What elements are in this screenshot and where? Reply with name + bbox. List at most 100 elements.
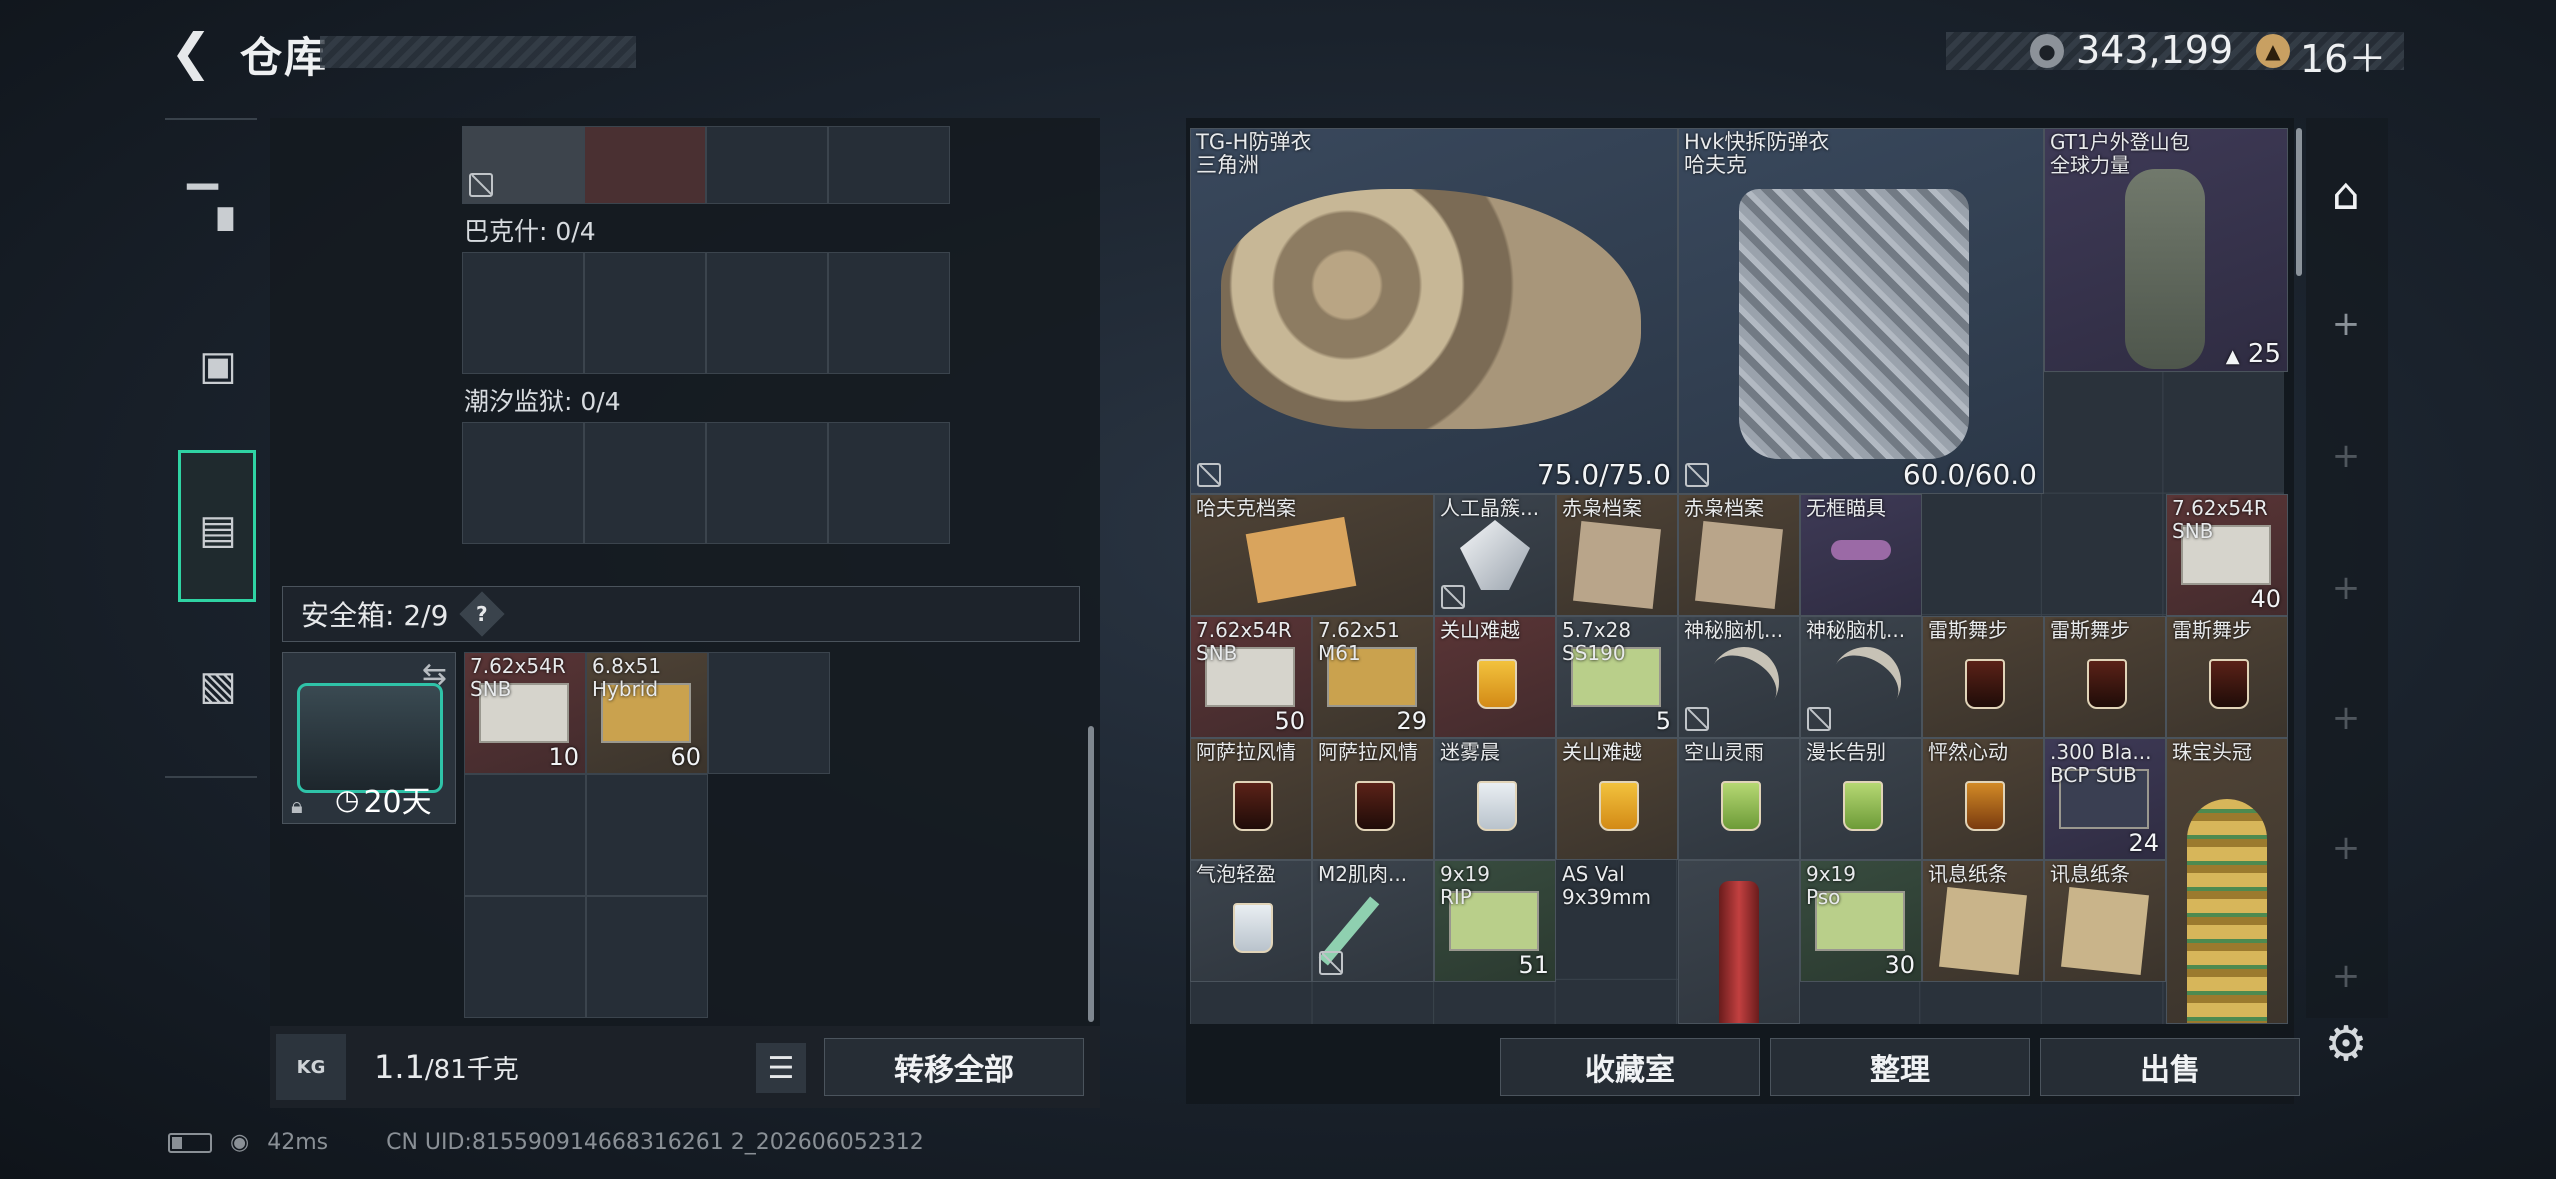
- storage-item[interactable]: 关山难越: [1434, 616, 1556, 738]
- silver-currency-value: 343,199: [2076, 28, 2234, 72]
- grid-cell[interactable]: [464, 896, 586, 1018]
- storage-item[interactable]: [1678, 860, 1800, 1024]
- collection-button[interactable]: 收藏室: [1500, 1038, 1760, 1096]
- storage-item[interactable]: 迷雾晨: [1434, 738, 1556, 860]
- nav-case[interactable]: ▧: [178, 646, 258, 726]
- nav-equipment[interactable]: ▣: [178, 326, 258, 406]
- safe-item[interactable]: 7.62x54R SNB 10: [464, 652, 586, 774]
- nav-weapon[interactable]: ▔▖: [178, 168, 258, 248]
- storage-item[interactable]: Hvk快拆防弹衣 哈夫克 60.0/60.0: [1678, 128, 2044, 494]
- transfer-all-button[interactable]: 转移全部: [824, 1038, 1084, 1096]
- grid-cell[interactable]: [706, 422, 828, 544]
- storage-item[interactable]: 7.62x51 M61 29: [1312, 616, 1434, 738]
- grid-cell[interactable]: [828, 126, 950, 204]
- add-tab-button[interactable]: +: [2318, 690, 2374, 746]
- grid-cell[interactable]: [706, 126, 828, 204]
- list-view-button[interactable]: ☰: [756, 1043, 806, 1093]
- storage-tab-main[interactable]: ⌂: [2318, 166, 2374, 222]
- battery-icon: [168, 1132, 212, 1153]
- storage-item[interactable]: 5.7x28 SS190 5: [1556, 616, 1678, 738]
- storage-item[interactable]: 9x19 Pso 30: [1800, 860, 1922, 982]
- storage-item[interactable]: TG-H防弹衣 三角洲 75.0/75.0: [1190, 128, 1678, 494]
- safe-box[interactable]: ⇆ 🔒︎ ◷ 20天: [282, 652, 456, 824]
- item-name: 5.7x28 SS190: [1562, 618, 1632, 665]
- sort-button[interactable]: 整理: [1770, 1038, 2030, 1096]
- storage-item[interactable]: 无框瞄具: [1800, 494, 1922, 616]
- storage-item[interactable]: 哈夫克档案: [1190, 494, 1434, 616]
- item-name: 空山灵雨: [1684, 740, 1764, 764]
- settings-button[interactable]: ⚙: [2318, 1016, 2374, 1072]
- grid-cell[interactable]: [584, 252, 706, 374]
- storage-item[interactable]: 关山难越: [1556, 738, 1678, 860]
- storage-item[interactable]: 7.62x54R SNB 40: [2166, 494, 2288, 616]
- list-icon: ☰: [767, 1050, 795, 1086]
- gold-currency-value[interactable]: 16＋: [2300, 28, 2386, 83]
- vest-image: [1221, 189, 1641, 429]
- grid-cell[interactable]: [462, 252, 584, 374]
- storage-item[interactable]: 7.62x54R SNB 50: [1190, 616, 1312, 738]
- grid-cell[interactable]: [828, 422, 950, 544]
- storage-item[interactable]: 阿萨拉风情: [1190, 738, 1312, 860]
- storage-item[interactable]: 珠宝头冠: [2166, 738, 2288, 1024]
- storage-item[interactable]: AS Val 9x39mm: [1556, 860, 1678, 1024]
- grid-cell[interactable]: [464, 774, 586, 896]
- storage-item[interactable]: 雷斯舞步: [2044, 616, 2166, 738]
- container-label: 潮汐监狱: 0/4: [464, 387, 621, 416]
- grid-cell[interactable]: [586, 896, 708, 1018]
- wifi-icon: ◉: [230, 1130, 250, 1155]
- item-name: 关山难越: [1440, 618, 1520, 642]
- grid-cell[interactable]: [586, 774, 708, 896]
- storage-item[interactable]: 讯息纸条: [2044, 860, 2166, 982]
- storage-item[interactable]: 神秘脑机...: [1678, 616, 1800, 738]
- sell-button[interactable]: 出售: [2040, 1038, 2300, 1096]
- cocktail-image: [1965, 781, 2005, 831]
- storage-item[interactable]: M2肌肉...: [1312, 860, 1434, 982]
- item-count: 30: [1884, 951, 1915, 979]
- grid-cell[interactable]: [584, 422, 706, 544]
- add-tab-button[interactable]: +: [2318, 428, 2374, 484]
- swap-icon[interactable]: ⇆: [422, 657, 447, 692]
- add-tab-button[interactable]: +: [2318, 820, 2374, 876]
- grid-cell[interactable]: [706, 252, 828, 374]
- partial-item[interactable]: [462, 126, 584, 204]
- storage-item[interactable]: 阿萨拉风情: [1312, 738, 1434, 860]
- storage-item[interactable]: 气泡轻盈: [1190, 860, 1312, 982]
- grid-cell[interactable]: [828, 252, 950, 374]
- storage-item[interactable]: 雷斯舞步: [1922, 616, 2044, 738]
- add-tab-button[interactable]: +: [2318, 560, 2374, 616]
- safe-item[interactable]: 6.8x51 Hybrid 60: [586, 652, 708, 774]
- storage-item[interactable]: 神秘脑机...: [1800, 616, 1922, 738]
- add-tab-button[interactable]: +: [2318, 948, 2374, 1004]
- add-tab-button[interactable]: +: [2318, 296, 2374, 352]
- storage-item[interactable]: 讯息纸条: [1922, 860, 2044, 982]
- cocktail-image: [1843, 781, 1883, 831]
- back-button[interactable]: ❮: [168, 23, 214, 81]
- item-name: GT1户外登山包 全球力量: [2050, 130, 2190, 177]
- right-scrollbar[interactable]: [2296, 128, 2302, 276]
- partial-grid: [462, 126, 950, 204]
- backpack-icon: ▣: [199, 343, 237, 389]
- storage-item[interactable]: 赤枭档案: [1556, 494, 1678, 616]
- container-grid: [462, 422, 950, 544]
- storage-item[interactable]: 空山灵雨: [1678, 738, 1800, 860]
- uid-text: CN UID:815590914668316261 2_202606052312: [386, 1130, 924, 1155]
- storage-item[interactable]: 9x19 RIP 51: [1434, 860, 1556, 982]
- partial-item[interactable]: [584, 126, 706, 204]
- storage-item[interactable]: 人工晶簇...: [1434, 494, 1556, 616]
- left-scrollbar[interactable]: [1088, 726, 1094, 1022]
- container-grid: [462, 252, 950, 374]
- storage-item[interactable]: 漫长告别: [1800, 738, 1922, 860]
- item-count: 50: [1274, 707, 1305, 735]
- grid-cell[interactable]: [708, 652, 830, 774]
- item-count: 5: [1655, 707, 1671, 735]
- cocktail-image: [2087, 659, 2127, 709]
- storage-item[interactable]: .300 Bla... BCP SUB 24: [2044, 738, 2166, 860]
- storage-item[interactable]: 赤枭档案: [1678, 494, 1800, 616]
- grid-cell[interactable]: [462, 422, 584, 544]
- storage-tab-icon: ⌂: [2332, 168, 2360, 220]
- help-button[interactable]: ?: [459, 591, 506, 637]
- storage-item[interactable]: 怦然心动: [1922, 738, 2044, 860]
- storage-item[interactable]: GT1户外登山包 全球力量 ▲ 25: [2044, 128, 2288, 372]
- no-sell-icon: [1319, 951, 1343, 975]
- storage-item[interactable]: 雷斯舞步: [2166, 616, 2288, 738]
